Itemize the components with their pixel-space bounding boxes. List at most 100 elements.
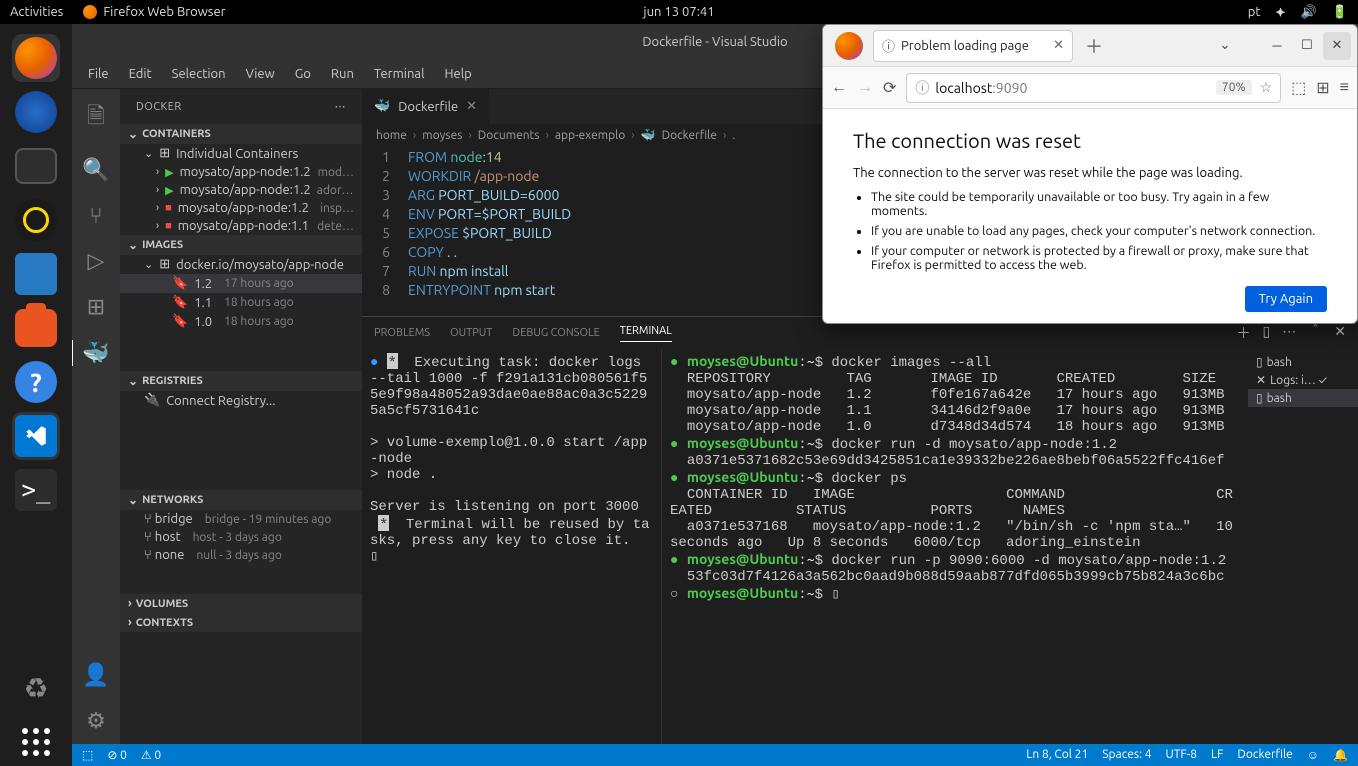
- image-tag-item[interactable]: 🔖 1.0 18 hours ago: [120, 312, 362, 331]
- cursor-position[interactable]: Ln 8, Col 21: [1026, 748, 1088, 762]
- run-debug-icon[interactable]: ▷: [88, 248, 105, 274]
- section-volumes[interactable]: VOLUMES: [120, 594, 362, 613]
- close-tab-icon[interactable]: ✕: [1053, 38, 1064, 53]
- status-errors[interactable]: ⊘ 0: [107, 748, 127, 762]
- source-control-icon[interactable]: ⑂: [89, 203, 102, 228]
- dock-trash[interactable]: ♻: [12, 664, 60, 712]
- docker-icon[interactable]: 🐳: [72, 340, 119, 366]
- menu-terminal[interactable]: Terminal: [366, 63, 433, 85]
- remote-indicator[interactable]: ⬚: [82, 748, 93, 762]
- dock-firefox[interactable]: [12, 34, 60, 82]
- network-item[interactable]: ⑂ bridge bridge - 19 minutes ago: [120, 510, 362, 528]
- settings-gear-icon[interactable]: ⚙: [86, 708, 106, 734]
- zoom-level[interactable]: 70%: [1216, 80, 1252, 95]
- search-icon[interactable]: 🔍: [82, 157, 109, 183]
- container-item[interactable]: › ▶ moysato/app-node:1.2 adori…: [120, 181, 362, 199]
- status-encoding[interactable]: UTF-8: [1166, 748, 1197, 762]
- try-again-button[interactable]: Try Again: [1245, 286, 1327, 312]
- tab-dockerfile[interactable]: 🐳 Dockerfile ✕: [362, 89, 490, 124]
- network-item[interactable]: ⑂ none null - 3 days ago: [120, 546, 362, 564]
- panel-tab-problems[interactable]: PROBLEMS: [374, 327, 430, 339]
- terminal-left[interactable]: ● * Executing task: docker logs --tail 1…: [362, 349, 662, 744]
- clock[interactable]: jun 13 07:41: [643, 5, 714, 19]
- section-contexts[interactable]: CONTEXTS: [120, 613, 362, 632]
- individual-containers-group[interactable]: ⌄ ⊞ Individual Containers: [120, 144, 362, 163]
- network-item[interactable]: ⑂ host host - 3 days ago: [120, 528, 362, 546]
- dock-terminal[interactable]: >_: [12, 466, 60, 514]
- accounts-icon[interactable]: 👤: [82, 662, 109, 688]
- close-window-button[interactable]: ✕: [1323, 32, 1351, 60]
- extensions-icon[interactable]: ⊞: [87, 294, 105, 320]
- split-terminal-icon[interactable]: ▯: [1263, 323, 1271, 343]
- image-repo[interactable]: ⌄ ⊞ docker.io/moysato/app-node: [120, 255, 362, 274]
- dock-rhythmbox[interactable]: [12, 196, 60, 244]
- overflow-icon[interactable]: ⋯: [1282, 323, 1296, 343]
- forward-button[interactable]: →: [857, 78, 873, 97]
- dock-files[interactable]: [12, 142, 60, 190]
- volume-icon[interactable]: 🔊: [1301, 5, 1317, 20]
- container-item[interactable]: › ■ moysato/app-node:1.2 insp…: [120, 199, 362, 217]
- terminal-list-item[interactable]: ▯ bash: [1248, 389, 1358, 407]
- bookmark-icon[interactable]: ☆: [1260, 79, 1273, 96]
- menu-selection[interactable]: Selection: [164, 63, 234, 85]
- panel-tab-debug console[interactable]: DEBUG CONSOLE: [512, 327, 599, 339]
- network-icon[interactable]: ⯌: [1275, 5, 1285, 20]
- terminal-list-item[interactable]: ▯ bash: [1248, 353, 1358, 371]
- maximize-button[interactable]: ☐: [1293, 32, 1321, 60]
- current-app[interactable]: Firefox Web Browser: [83, 5, 225, 20]
- terminal-right[interactable]: ● moyses@Ubuntu:~$ docker images --all R…: [662, 349, 1248, 744]
- panel-tab-output[interactable]: OUTPUT: [450, 327, 492, 339]
- menu-help[interactable]: Help: [436, 63, 479, 85]
- new-terminal-icon[interactable]: ＋: [1237, 323, 1251, 343]
- section-images[interactable]: IMAGES: [120, 235, 362, 255]
- menu-file[interactable]: File: [80, 63, 117, 85]
- lang-indicator[interactable]: pt: [1248, 5, 1261, 19]
- url-bar[interactable]: ⓘ localhost:9090 70% ☆: [906, 73, 1281, 103]
- section-registries[interactable]: REGISTRIES: [120, 371, 362, 391]
- notifications-icon[interactable]: 🔔: [1333, 748, 1348, 762]
- explorer-icon[interactable]: 🗎: [87, 99, 105, 137]
- dock: ? >_ ♻: [0, 24, 72, 766]
- pocket-icon[interactable]: ⬚: [1291, 78, 1306, 97]
- feedback-icon[interactable]: ☺: [1307, 748, 1319, 762]
- dock-apps-grid[interactable]: [12, 718, 60, 766]
- dock-writer[interactable]: [12, 250, 60, 298]
- section-containers[interactable]: CONTAINERS: [120, 124, 362, 144]
- more-icon[interactable]: ⋯: [335, 100, 347, 113]
- reload-button[interactable]: ⟳: [883, 78, 896, 97]
- dock-software[interactable]: [12, 304, 60, 352]
- new-tab-button[interactable]: ＋: [1077, 33, 1111, 59]
- battery-icon[interactable]: 🔋: [1332, 5, 1348, 20]
- menu-edit[interactable]: Edit: [121, 63, 160, 85]
- status-spaces[interactable]: Spaces: 4: [1102, 748, 1151, 762]
- menu-run[interactable]: Run: [323, 63, 362, 85]
- terminal-list-item[interactable]: ✕ Logs: i… ✓: [1248, 371, 1358, 389]
- extensions-icon[interactable]: ⊞: [1316, 78, 1329, 97]
- firefox-tab[interactable]: ⓘ Problem loading page ✕: [873, 30, 1073, 62]
- tabs-dropdown-icon[interactable]: ⌄: [1211, 32, 1239, 60]
- section-networks[interactable]: NETWORKS: [120, 490, 362, 510]
- status-eol[interactable]: LF: [1211, 748, 1223, 762]
- back-button[interactable]: ←: [831, 78, 847, 97]
- activities-button[interactable]: Activities: [10, 5, 63, 19]
- firefox-window: ⓘ Problem loading page ✕ ＋ ⌄ ─ ☐ ✕ ← → ⟳…: [822, 24, 1358, 324]
- panel-tab-terminal[interactable]: TERMINAL: [620, 325, 672, 342]
- info-icon: ⓘ: [882, 36, 895, 55]
- dock-vscode[interactable]: [12, 412, 60, 460]
- container-item[interactable]: › ▶ moysato/app-node:1.2 mod…: [120, 163, 362, 181]
- dock-thunderbird[interactable]: [12, 88, 60, 136]
- status-language[interactable]: Dockerfile: [1237, 748, 1292, 762]
- close-panel-icon[interactable]: ✕: [1334, 323, 1346, 343]
- image-tag-item[interactable]: 🔖 1.1 18 hours ago: [120, 293, 362, 312]
- menu-view[interactable]: View: [238, 63, 283, 85]
- close-tab-icon[interactable]: ✕: [466, 99, 477, 114]
- dock-help[interactable]: ?: [12, 358, 60, 406]
- menu-go[interactable]: Go: [287, 63, 319, 85]
- status-warnings[interactable]: ⚠ 0: [141, 748, 161, 762]
- app-menu-icon[interactable]: ≡: [1340, 78, 1349, 97]
- connect-registry[interactable]: 🔌 Connect Registry...: [120, 391, 362, 410]
- maximize-panel-icon[interactable]: ＾: [1308, 323, 1322, 343]
- container-item[interactable]: › ■ moysato/app-node:1.1 dete…: [120, 217, 362, 235]
- image-tag-item[interactable]: 🔖 1.2 17 hours ago: [120, 274, 362, 293]
- minimize-button[interactable]: ─: [1263, 32, 1291, 60]
